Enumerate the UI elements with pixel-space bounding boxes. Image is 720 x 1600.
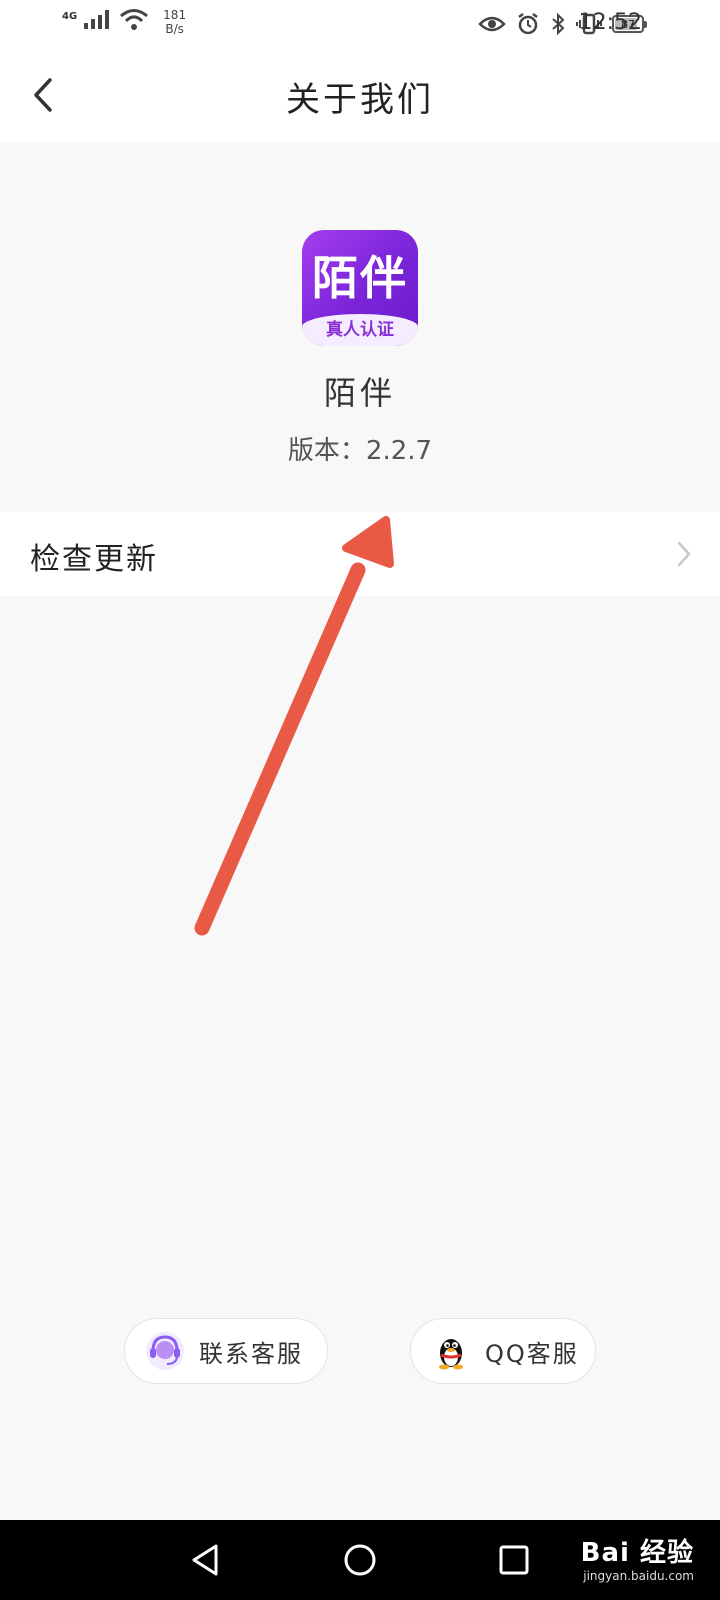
eye-icon: [478, 16, 506, 32]
network-type: 4G: [62, 11, 78, 22]
watermark-url: jingyan.baidu.com: [583, 1569, 694, 1583]
status-bar: 4G 181 B/s 87 12:52: [0, 0, 720, 48]
app-logo-text: 陌伴: [312, 251, 408, 305]
nav-back-icon[interactable]: [186, 1540, 226, 1580]
wifi-icon: [120, 9, 149, 30]
nav-home-icon[interactable]: [340, 1540, 380, 1580]
app-version: 版本：2.2.7: [287, 436, 433, 466]
speed-value: 181: [163, 8, 187, 22]
network-speed: 181 B/s: [163, 8, 186, 36]
header: 关于我们: [0, 48, 720, 142]
page-title: 关于我们: [286, 80, 434, 120]
customer-service-button[interactable]: 联系客服: [124, 1318, 328, 1384]
chevron-right-icon: [677, 541, 691, 567]
watermark: Bai 经验 jingyan.baidu.com: [581, 1532, 694, 1583]
alarm-icon: [518, 13, 538, 35]
app-logo-badge: 真人认证: [302, 314, 418, 346]
qq-service-label: QQ客服: [485, 1339, 579, 1368]
qq-service-button[interactable]: QQ客服: [410, 1318, 596, 1384]
status-left: 4G 181 B/s: [62, 8, 186, 36]
check-update-label: 检查更新: [30, 542, 158, 577]
customer-service-label: 联系客服: [199, 1339, 303, 1368]
watermark-brand: Bai 经验: [580, 1538, 694, 1568]
app-name: 陌伴: [323, 374, 396, 412]
clock: 12:52: [578, 10, 642, 35]
navigation-bar: Bai 经验 jingyan.baidu.com: [0, 1520, 720, 1600]
nav-recent-apps-icon[interactable]: [494, 1540, 534, 1580]
bluetooth-icon: [552, 12, 565, 36]
check-update-row[interactable]: 检查更新: [0, 512, 720, 596]
headset-icon: [146, 1332, 184, 1370]
qq-penguin-icon: [439, 1339, 463, 1370]
app-info-section: 陌伴 真人认证 陌伴 版本：2.2.7: [0, 142, 720, 502]
signal-icon: [84, 10, 110, 29]
speed-unit: B/s: [165, 22, 184, 36]
app-logo-icon: 陌伴 真人认证: [302, 230, 418, 346]
